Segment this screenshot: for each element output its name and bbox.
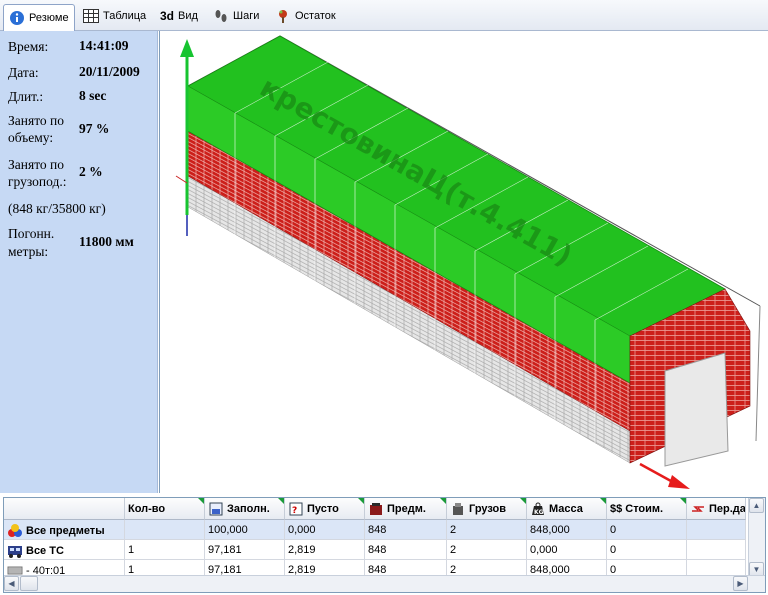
steps-icon	[213, 8, 229, 24]
transfer-icon	[690, 501, 706, 517]
meters-label-2: метры:	[8, 244, 49, 259]
container-3d-render: крестовинаЦ(т.4.411)	[175, 35, 761, 489]
date-value: 20/11/2009	[79, 64, 140, 79]
summary-panel: Время: 14:41:09 Дата: 20/11/2009 Длит.: …	[0, 31, 158, 493]
table-icon	[83, 8, 99, 24]
column-header-fill[interactable]: Заполн.	[205, 498, 285, 520]
y-axis-arrow	[180, 39, 194, 57]
3d-icon: 3d	[160, 9, 175, 23]
cell-mass: 848,000	[527, 520, 607, 540]
cell-empty: 0,000	[285, 520, 365, 540]
column-header-empty[interactable]: ? Пусто	[285, 498, 365, 520]
time-row: Время:	[8, 38, 48, 55]
duration-value: 8 sec	[79, 88, 107, 103]
tab-summary-label: Резюме	[29, 12, 69, 24]
cell-cargo: 2	[447, 520, 527, 540]
row-name: Все предметы	[26, 524, 105, 537]
tab-steps[interactable]: Шаги	[208, 4, 264, 28]
load-value: 2 %	[79, 164, 103, 179]
table-row[interactable]: Все предметы 100,000 0,000 848 2 848,000…	[4, 520, 746, 540]
time-label: Время:	[8, 39, 49, 54]
cell-transfer	[687, 540, 746, 560]
tab-remainder-label: Остаток	[295, 10, 336, 22]
tab-table-label: Таблица	[103, 10, 147, 22]
row-name: Все ТС	[26, 544, 64, 557]
tab-remainder[interactable]: Остаток	[270, 4, 341, 28]
cell-cost: 0	[607, 540, 687, 560]
x-axis-stub	[175, 175, 188, 184]
info-icon	[9, 10, 25, 26]
x-axis-arrow	[668, 475, 690, 489]
duration-label: Длит.:	[8, 89, 44, 104]
container-edge	[755, 305, 761, 442]
time-value: 14:41:09	[79, 38, 129, 53]
tab-table[interactable]: Таблица	[78, 4, 151, 28]
column-header-transfer-label: Пер.дан	[709, 502, 746, 515]
volume-value: 97 %	[79, 121, 110, 136]
cell-count: 1	[125, 540, 205, 560]
column-header-cost-label: Стоим.	[625, 502, 664, 515]
cell-fill: 97,181	[205, 540, 285, 560]
column-header-fill-label: Заполн.	[227, 502, 270, 515]
table-row[interactable]: Все ТС 1 97,181 2,819 848 2 0,000 0	[4, 540, 746, 560]
3d-view[interactable]: крестовинаЦ(т.4.411)	[159, 31, 768, 493]
column-header-cargo[interactable]: Грузов	[447, 498, 527, 520]
tab-steps-label: Шаги	[233, 10, 260, 22]
scroll-thumb[interactable]	[20, 576, 38, 591]
column-header-mass-label: Масса	[549, 502, 583, 515]
tab-summary[interactable]: Резюме	[3, 4, 75, 31]
scroll-right-icon[interactable]: ▶	[733, 576, 748, 591]
volume-label-2: объему:	[8, 130, 54, 145]
all-vehicles-icon	[7, 543, 23, 559]
cell-cargo: 2	[447, 540, 527, 560]
vertical-scrollbar[interactable]: ▲ ▼	[748, 498, 765, 577]
meters-value: 11800 мм	[79, 234, 134, 249]
fill-icon	[208, 501, 224, 517]
column-header-mass[interactable]: KG Масса	[527, 498, 607, 520]
column-header-cargo-label: Грузов	[469, 502, 507, 515]
meters-label-1: Погонн.	[8, 226, 55, 241]
column-header-transfer[interactable]: Пер.дан	[687, 498, 746, 520]
container-door	[664, 352, 729, 467]
cell-transfer	[687, 520, 746, 540]
load-label-2: грузопод.:	[8, 174, 67, 189]
all-items-icon	[7, 523, 23, 539]
tab-view-label: Вид	[178, 10, 198, 22]
row-name-cell: Все предметы	[4, 520, 125, 540]
svg-text:KG: KG	[534, 509, 544, 516]
date-label: Дата:	[8, 65, 39, 80]
column-header-items-label: Предм.	[387, 502, 426, 515]
tab-view[interactable]: 3d Вид	[155, 4, 203, 28]
scroll-left-icon[interactable]: ◀	[4, 576, 19, 591]
load-label-1: Занято по	[8, 157, 65, 172]
svg-text:?: ?	[292, 506, 297, 516]
column-header-count-label: Кол-во	[128, 502, 166, 515]
column-header-empty-label: Пусто	[307, 502, 339, 515]
cell-cost: 0	[607, 520, 687, 540]
results-grid: Кол-во Заполн. ? Пусто Предм. Грузов KG …	[3, 497, 766, 593]
cell-mass: 0,000	[527, 540, 607, 560]
column-header-cost[interactable]: $$ Стоим.	[607, 498, 687, 520]
volume-label-1: Занято по	[8, 113, 65, 128]
column-header-items[interactable]: Предм.	[365, 498, 447, 520]
cell-empty: 2,819	[285, 540, 365, 560]
load-detail: (848 кг/35800 кг)	[8, 201, 106, 216]
empty-icon: ?	[288, 501, 304, 517]
remainder-icon	[275, 8, 291, 24]
cargo-icon	[450, 501, 466, 517]
scroll-up-icon[interactable]: ▲	[749, 498, 764, 513]
column-header-count[interactable]: Кол-во	[125, 498, 205, 520]
cell-items: 848	[365, 540, 447, 560]
cost-icon: $$	[610, 502, 623, 515]
cell-count	[125, 520, 205, 540]
cell-fill: 100,000	[205, 520, 285, 540]
column-header-name[interactable]	[4, 498, 125, 520]
horizontal-scrollbar[interactable]: ◀ ▶	[4, 575, 765, 592]
cell-items: 848	[365, 520, 447, 540]
toolbar: Резюме Таблица 3d Вид Шаги Остаток	[0, 0, 768, 31]
row-name-cell: Все ТС	[4, 540, 125, 560]
mass-icon: KG	[530, 501, 546, 517]
items-icon	[368, 501, 384, 517]
